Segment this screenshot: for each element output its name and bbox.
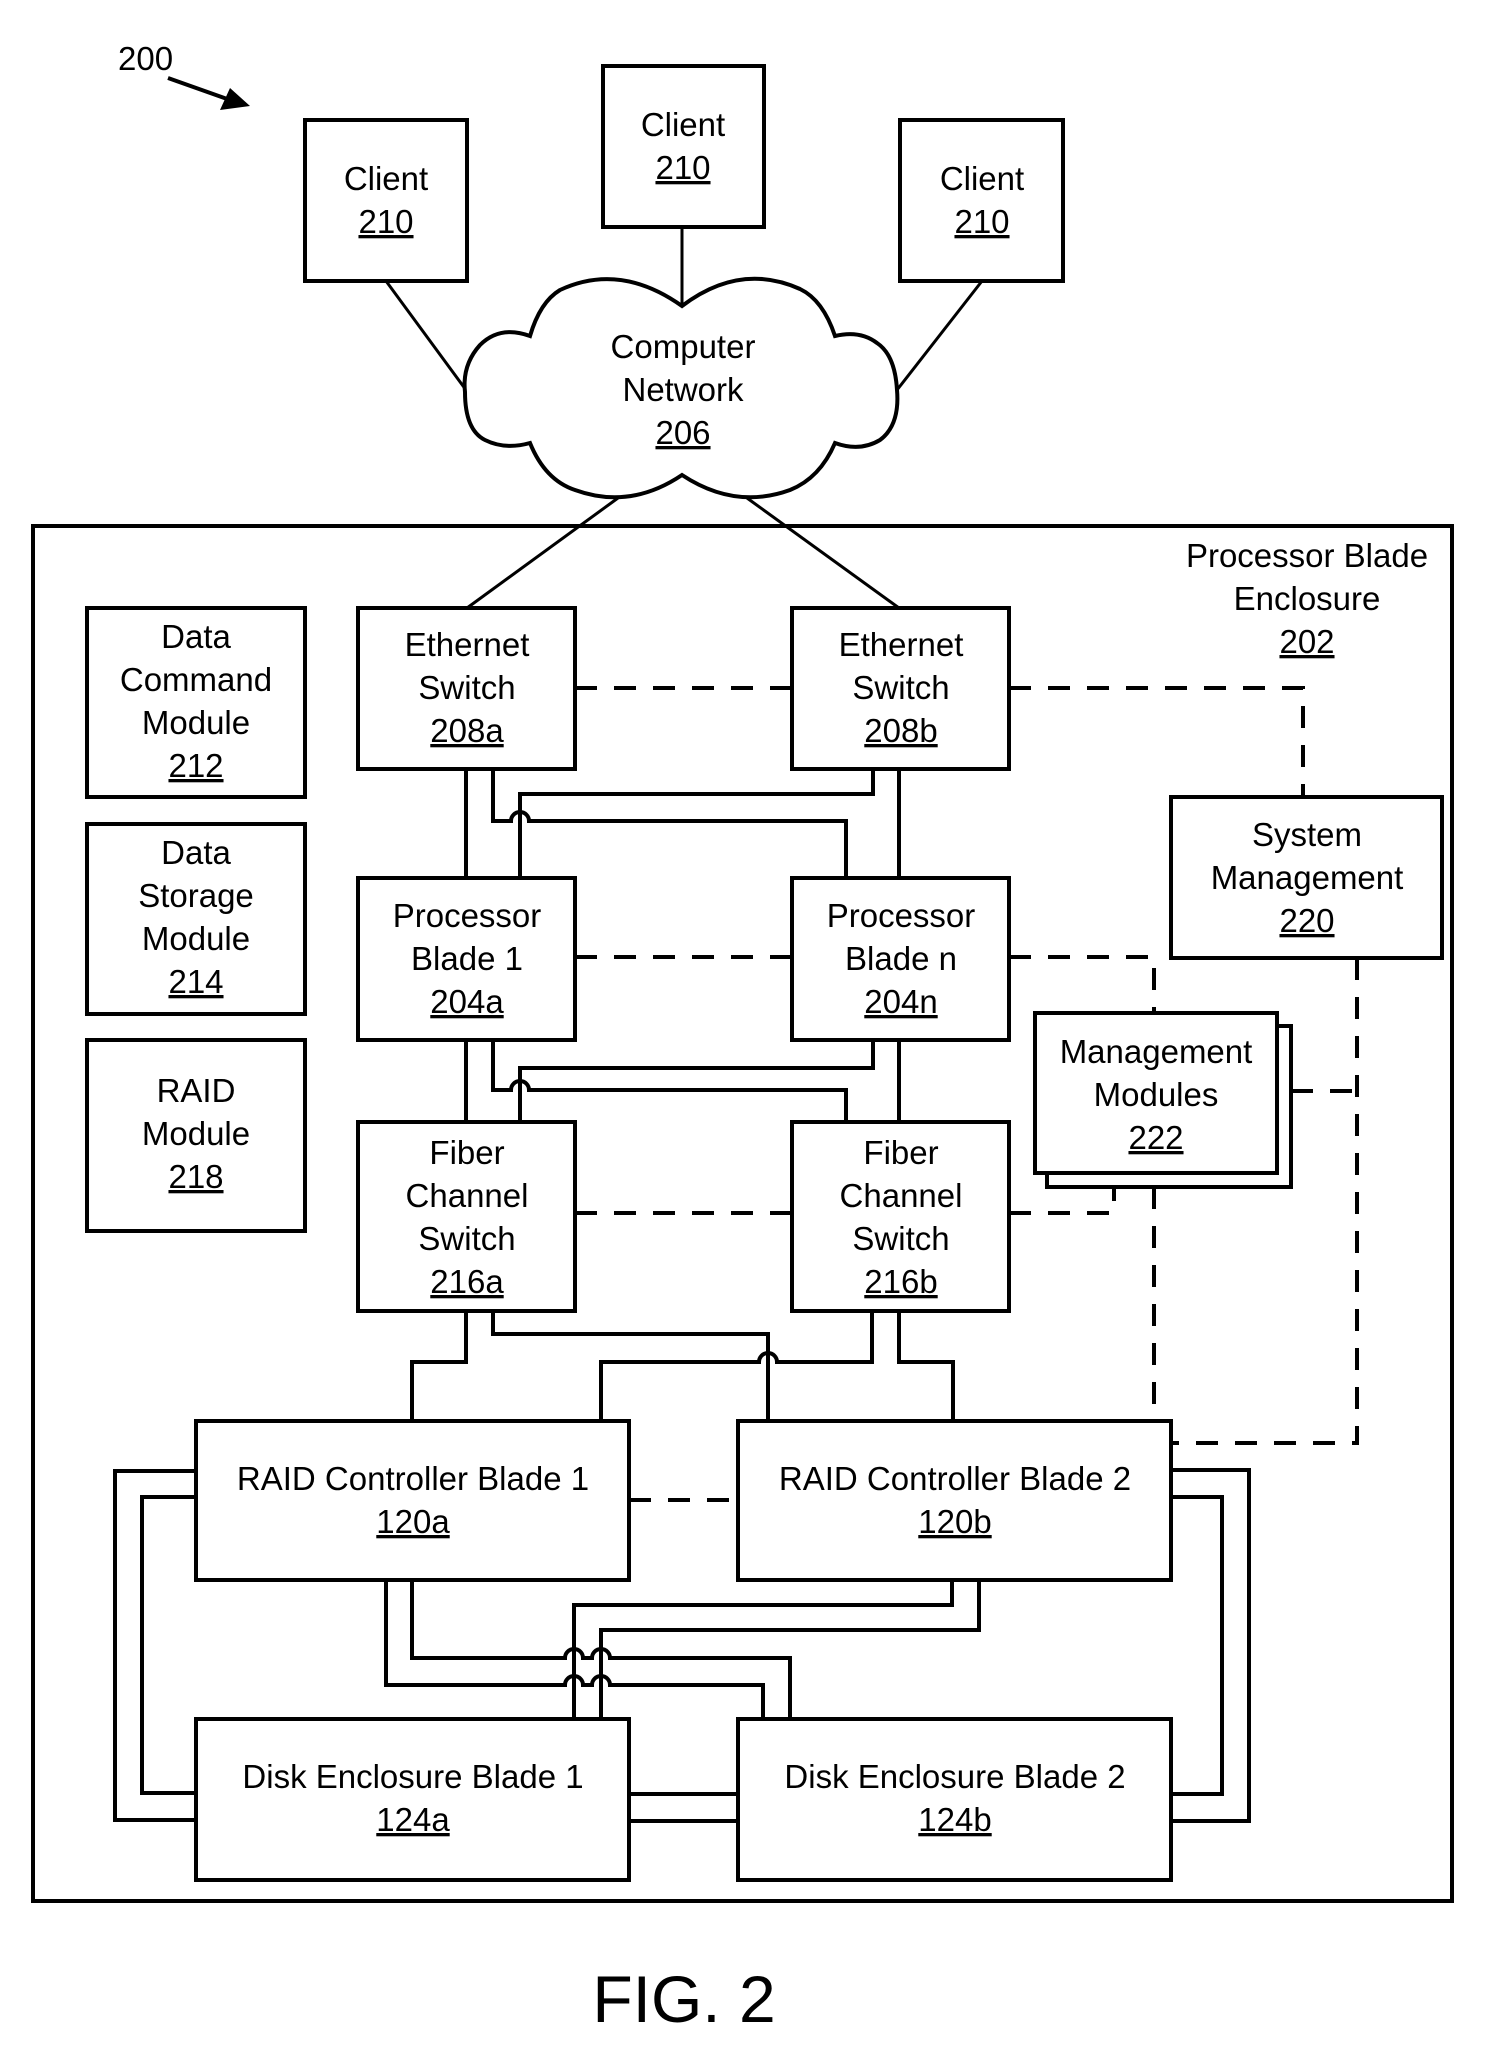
client-label: Client [344, 160, 428, 197]
module-label-line: Data [161, 618, 231, 655]
raid-controller-label: RAID Controller Blade 1 [237, 1460, 589, 1497]
enclosure-label-line: Enclosure [1234, 580, 1381, 617]
module-ref: 214 [168, 963, 223, 1000]
client-box[interactable]: Client 210 [303, 118, 469, 283]
sysmgmt-ref: 220 [1279, 902, 1334, 939]
fc-label-line: Channel [840, 1177, 963, 1214]
data-storage-module[interactable]: Data Storage Module 214 [85, 822, 307, 1016]
client-label: Client [940, 160, 1024, 197]
enclosure-ref: 202 [1279, 623, 1334, 660]
processor-blade-204n[interactable]: Processor Blade n 204n [790, 876, 1011, 1042]
module-label-line: Storage [138, 877, 254, 914]
fc-label-line: Switch [852, 1220, 949, 1257]
switch-label-line: Ethernet [405, 626, 530, 663]
blade-label-line: Processor [827, 897, 976, 934]
ref-arrow-icon [167, 76, 250, 110]
fc-label-line: Channel [406, 1177, 529, 1214]
sysmgmt-label-line: System [1252, 816, 1362, 853]
raid-controller-ref: 120a [376, 1503, 450, 1540]
mgmt-label-line: Modules [1094, 1076, 1219, 1113]
blade-ref: 204a [430, 983, 504, 1020]
blade-ref: 204n [864, 983, 937, 1020]
management-modules-222[interactable]: Management Modules 222 [1033, 1011, 1293, 1189]
switch-ref: 208a [430, 712, 504, 749]
module-label-line: Module [142, 920, 250, 957]
fc-label-line: Fiber [863, 1134, 938, 1171]
network-label-line: Computer [611, 328, 756, 365]
module-label-line: Module [142, 704, 250, 741]
disk-enclosure-ref: 124a [376, 1801, 450, 1838]
system-management-220[interactable]: System Management 220 [1169, 795, 1444, 960]
client-ref: 210 [655, 149, 710, 186]
fc-ref: 216b [864, 1263, 937, 1300]
data-command-module[interactable]: Data Command Module 212 [85, 606, 307, 799]
disk-enclosure-label: Disk Enclosure Blade 2 [784, 1758, 1125, 1795]
disk-enclosure-blade-124b[interactable]: Disk Enclosure Blade 2 124b [736, 1717, 1173, 1882]
network-label-line: Network [622, 371, 744, 408]
sysmgmt-label-line: Management [1211, 859, 1404, 896]
fc-label-line: Fiber [429, 1134, 504, 1171]
fiber-channel-switch-216a[interactable]: Fiber Channel Switch 216a [356, 1120, 577, 1313]
ethernet-switch-208a[interactable]: Ethernet Switch 208a [356, 606, 577, 771]
blade-label-line: Blade 1 [411, 940, 523, 977]
disk-enclosure-label: Disk Enclosure Blade 1 [242, 1758, 583, 1795]
figure-ref-number: 200 [118, 40, 173, 77]
disk-enclosure-blade-124a[interactable]: Disk Enclosure Blade 1 124a [194, 1717, 631, 1882]
client-box[interactable]: Client 210 [898, 118, 1065, 283]
module-ref: 212 [168, 747, 223, 784]
raid-controller-blade-120a[interactable]: RAID Controller Blade 1 120a [194, 1419, 631, 1582]
network-ref: 206 [655, 414, 710, 451]
mgmt-label-line: Management [1060, 1033, 1253, 1070]
switch-label-line: Switch [852, 669, 949, 706]
module-label-line: Data [161, 834, 231, 871]
module-ref: 218 [168, 1158, 223, 1195]
raid-controller-blade-120b[interactable]: RAID Controller Blade 2 120b [736, 1419, 1173, 1582]
disk-enclosure-ref: 124b [918, 1801, 991, 1838]
ethernet-switch-208b[interactable]: Ethernet Switch 208b [790, 606, 1011, 771]
client-ref: 210 [954, 203, 1009, 240]
switch-ref: 208b [864, 712, 937, 749]
raid-controller-ref: 120b [918, 1503, 991, 1540]
client-ref: 210 [358, 203, 413, 240]
fc-label-line: Switch [418, 1220, 515, 1257]
fiber-channel-switch-216b[interactable]: Fiber Channel Switch 216b [790, 1120, 1011, 1313]
blade-label-line: Blade n [845, 940, 957, 977]
fc-ref: 216a [430, 1263, 504, 1300]
switch-label-line: Ethernet [839, 626, 964, 663]
raid-controller-label: RAID Controller Blade 2 [779, 1460, 1131, 1497]
module-label-line: Module [142, 1115, 250, 1152]
blade-label-line: Processor [393, 897, 542, 934]
enclosure-label-line: Processor Blade [1186, 537, 1428, 574]
figure-caption: FIG. 2 [592, 1962, 775, 2036]
raid-module[interactable]: RAID Module 218 [85, 1038, 307, 1233]
module-label-line: Command [120, 661, 272, 698]
block-diagram: 200 Client 210 Client 210 Client 210 Pro… [31, 40, 1454, 2036]
client-box[interactable]: Client 210 [601, 64, 766, 229]
module-label-line: RAID [157, 1072, 236, 1109]
client-label: Client [641, 106, 725, 143]
processor-blade-204a[interactable]: Processor Blade 1 204a [356, 876, 577, 1042]
computer-network-cloud[interactable]: Computer Network 206 [462, 276, 900, 500]
mgmt-ref: 222 [1128, 1119, 1183, 1156]
switch-label-line: Switch [418, 669, 515, 706]
